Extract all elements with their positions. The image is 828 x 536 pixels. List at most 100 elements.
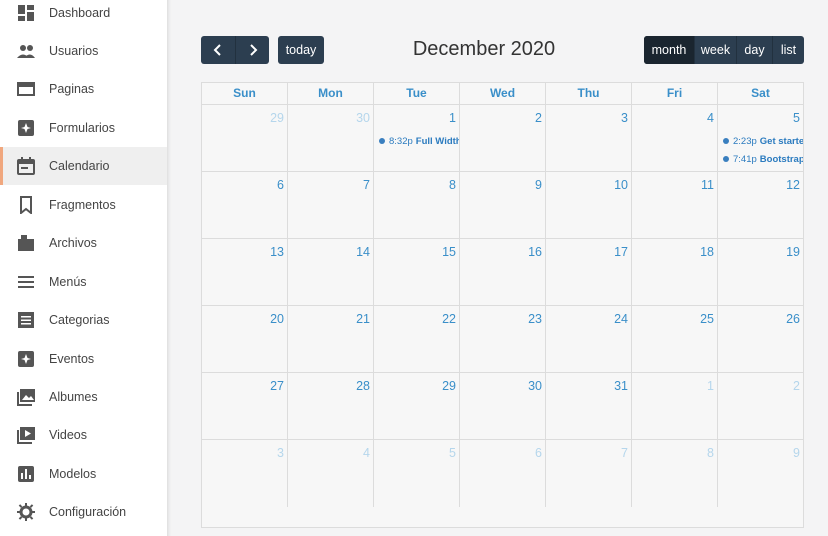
view-day-button[interactable]: day bbox=[736, 36, 772, 64]
day-number[interactable]: 16 bbox=[528, 245, 542, 259]
next-button[interactable] bbox=[235, 36, 269, 64]
day-number[interactable]: 13 bbox=[270, 245, 284, 259]
day-number[interactable]: 8 bbox=[707, 446, 714, 460]
calendar-event[interactable]: 7:41p Bootstrap bbox=[723, 152, 803, 166]
calendar-event[interactable]: 8:32p Full Width bbox=[379, 134, 459, 148]
day-cell[interactable]: 3 bbox=[545, 105, 631, 171]
day-cell[interactable]: 1 8:32p Full Width bbox=[373, 105, 459, 171]
day-number[interactable]: 7 bbox=[363, 178, 370, 192]
day-number[interactable]: 15 bbox=[442, 245, 456, 259]
day-number[interactable]: 4 bbox=[707, 111, 714, 125]
day-number[interactable]: 29 bbox=[270, 111, 284, 125]
day-number[interactable]: 3 bbox=[277, 446, 284, 460]
day-number[interactable]: 17 bbox=[614, 245, 628, 259]
day-number[interactable]: 3 bbox=[621, 111, 628, 125]
day-number[interactable]: 6 bbox=[277, 178, 284, 192]
day-number[interactable]: 31 bbox=[614, 379, 628, 393]
day-cell[interactable]: 5 2:23pGet started 7:41pBootstrap bbox=[717, 105, 803, 171]
sidebar-item-menus[interactable]: Menús bbox=[0, 263, 167, 301]
day-cell[interactable]: 1 bbox=[631, 373, 717, 439]
day-cell[interactable]: 31 bbox=[545, 373, 631, 439]
day-number[interactable]: 5 bbox=[793, 111, 800, 125]
day-number[interactable]: 9 bbox=[793, 446, 800, 460]
day-cell[interactable]: 24 bbox=[545, 306, 631, 372]
day-cell[interactable]: 19 bbox=[717, 239, 803, 305]
day-cell[interactable]: 9 bbox=[717, 440, 803, 507]
day-cell[interactable]: 30 bbox=[287, 105, 373, 171]
calendar-event[interactable]: 2:23pGet started bbox=[723, 134, 803, 148]
day-number[interactable]: 4 bbox=[363, 446, 370, 460]
day-cell[interactable]: 8 bbox=[373, 172, 459, 238]
day-number[interactable]: 29 bbox=[442, 379, 456, 393]
day-number[interactable]: 1 bbox=[449, 111, 456, 125]
day-cell[interactable]: 14 bbox=[287, 239, 373, 305]
day-number[interactable]: 25 bbox=[700, 312, 714, 326]
day-number[interactable]: 19 bbox=[786, 245, 800, 259]
today-button[interactable]: today bbox=[278, 36, 324, 64]
day-cell[interactable]: 7 bbox=[287, 172, 373, 238]
day-number[interactable]: 20 bbox=[270, 312, 284, 326]
day-number[interactable]: 24 bbox=[614, 312, 628, 326]
day-cell[interactable]: 6 bbox=[202, 172, 287, 238]
day-cell[interactable]: 6 bbox=[459, 440, 545, 507]
day-number[interactable]: 28 bbox=[356, 379, 370, 393]
day-cell[interactable]: 13 bbox=[202, 239, 287, 305]
day-number[interactable]: 2 bbox=[793, 379, 800, 393]
sidebar-item-albumes[interactable]: Albumes bbox=[0, 378, 167, 416]
day-number[interactable]: 7 bbox=[621, 446, 628, 460]
prev-button[interactable] bbox=[201, 36, 235, 64]
day-number[interactable]: 14 bbox=[356, 245, 370, 259]
view-month-button[interactable]: month bbox=[644, 36, 694, 64]
day-cell[interactable]: 15 bbox=[373, 239, 459, 305]
day-number[interactable]: 21 bbox=[356, 312, 370, 326]
sidebar-item-videos[interactable]: Videos bbox=[0, 416, 167, 454]
day-cell[interactable]: 4 bbox=[631, 105, 717, 171]
day-cell[interactable]: 25 bbox=[631, 306, 717, 372]
day-cell[interactable]: 10 bbox=[545, 172, 631, 238]
sidebar-item-fragmentos[interactable]: Fragmentos bbox=[0, 186, 167, 224]
sidebar-item-paginas[interactable]: Paginas bbox=[0, 70, 167, 108]
day-number[interactable]: 23 bbox=[528, 312, 542, 326]
day-cell[interactable]: 5 bbox=[373, 440, 459, 507]
day-number[interactable]: 11 bbox=[701, 178, 714, 192]
day-number[interactable]: 10 bbox=[614, 178, 628, 192]
sidebar-item-formularios[interactable]: Formularios bbox=[0, 109, 167, 147]
day-cell[interactable]: 12 bbox=[717, 172, 803, 238]
day-cell[interactable]: 20 bbox=[202, 306, 287, 372]
sidebar-item-usuarios[interactable]: Usuarios bbox=[0, 32, 167, 70]
day-number[interactable]: 18 bbox=[700, 245, 714, 259]
day-cell[interactable]: 16 bbox=[459, 239, 545, 305]
day-cell[interactable]: 29 bbox=[202, 105, 287, 171]
day-number[interactable]: 2 bbox=[535, 111, 542, 125]
day-cell[interactable]: 26 bbox=[717, 306, 803, 372]
day-cell[interactable]: 2 bbox=[717, 373, 803, 439]
day-number[interactable]: 26 bbox=[786, 312, 800, 326]
day-cell[interactable]: 11 bbox=[631, 172, 717, 238]
day-number[interactable]: 22 bbox=[442, 312, 456, 326]
sidebar-item-archivos[interactable]: Archivos bbox=[0, 224, 167, 262]
day-cell[interactable]: 23 bbox=[459, 306, 545, 372]
day-cell[interactable]: 3 bbox=[202, 440, 287, 507]
view-list-button[interactable]: list bbox=[772, 36, 804, 64]
day-cell[interactable]: 28 bbox=[287, 373, 373, 439]
day-number[interactable]: 30 bbox=[528, 379, 542, 393]
day-number[interactable]: 30 bbox=[356, 111, 370, 125]
sidebar-item-configuracion[interactable]: Configuración bbox=[0, 493, 167, 531]
day-number[interactable]: 6 bbox=[535, 446, 542, 460]
day-cell[interactable]: 8 bbox=[631, 440, 717, 507]
day-cell[interactable]: 21 bbox=[287, 306, 373, 372]
sidebar-item-categorias[interactable]: Categorias bbox=[0, 301, 167, 339]
day-cell[interactable]: 18 bbox=[631, 239, 717, 305]
day-number[interactable]: 9 bbox=[535, 178, 542, 192]
day-cell[interactable]: 9 bbox=[459, 172, 545, 238]
day-number[interactable]: 1 bbox=[707, 379, 714, 393]
day-cell[interactable]: 2 bbox=[459, 105, 545, 171]
day-number[interactable]: 8 bbox=[449, 178, 456, 192]
sidebar-item-dashboard[interactable]: Dashboard bbox=[0, 0, 167, 32]
view-week-button[interactable]: week bbox=[694, 36, 736, 64]
day-cell[interactable]: 4 bbox=[287, 440, 373, 507]
day-cell[interactable]: 29 bbox=[373, 373, 459, 439]
day-cell[interactable]: 7 bbox=[545, 440, 631, 507]
sidebar-item-eventos[interactable]: Eventos bbox=[0, 340, 167, 378]
day-number[interactable]: 5 bbox=[449, 446, 456, 460]
